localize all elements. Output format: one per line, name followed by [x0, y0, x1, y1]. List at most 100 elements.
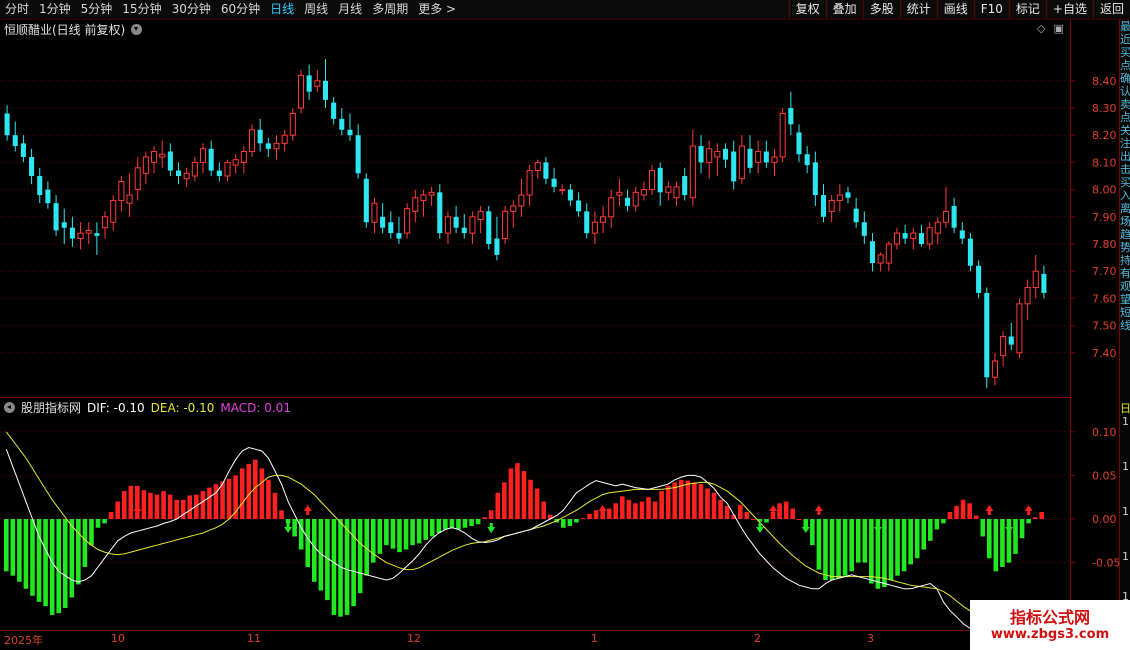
price-tick-label: 8.30: [1092, 102, 1117, 115]
macd-bar: [633, 503, 638, 519]
candle-body: [355, 135, 361, 174]
macd-bar: [993, 519, 999, 572]
candle-body: [640, 189, 647, 196]
price-tick-label: 7.50: [1092, 320, 1117, 333]
candle-body: [910, 232, 917, 240]
candle-body: [1000, 335, 1007, 357]
candle-body: [845, 192, 851, 198]
candle-body: [289, 112, 296, 136]
macd-bar: [292, 519, 297, 537]
macd-bar: [357, 519, 363, 594]
macd-bar: [370, 519, 376, 563]
candle-body: [755, 151, 762, 163]
candle-body: [836, 194, 843, 201]
macd-bar: [390, 519, 396, 549]
macd-bar: [121, 491, 127, 519]
candle-body: [469, 216, 476, 234]
candle-body: [208, 148, 214, 171]
macd-bar: [705, 488, 710, 519]
macd-bar: [790, 508, 795, 519]
candle-body: [616, 191, 623, 196]
candle-body: [126, 194, 133, 204]
macd-bar: [613, 503, 619, 519]
candle-body: [600, 216, 607, 223]
side-strip-char: 线: [1120, 319, 1130, 332]
candle-body: [4, 113, 10, 136]
macd-bar: [89, 519, 94, 546]
candle-body: [265, 143, 271, 149]
candle-body: [53, 203, 59, 231]
sell-arrow-icon: [801, 523, 810, 533]
candle-body: [314, 80, 321, 87]
macd-bar: [639, 501, 645, 519]
macd-bar: [76, 519, 81, 585]
macd-bar: [3, 519, 9, 572]
candle-body: [486, 211, 492, 244]
macd-bar: [593, 510, 599, 519]
macd-tick-label: 0.05: [1092, 469, 1117, 482]
macd-bar: [921, 519, 927, 550]
chevron-left-icon[interactable]: [4, 402, 15, 413]
side-strip-marker: 日: [1120, 402, 1130, 415]
diamond-icon[interactable]: ◇: [1037, 22, 1045, 35]
chevron-down-icon[interactable]: [131, 24, 143, 35]
candle-body: [967, 238, 973, 266]
macd-bar: [482, 517, 487, 519]
macd-bar: [49, 519, 55, 615]
macd-bar: [567, 519, 573, 526]
candle-body: [559, 189, 566, 192]
indicator-name[interactable]: 股朋指标网: [21, 399, 81, 416]
macd-bar: [698, 484, 704, 519]
sell-arrow-icon: [1004, 523, 1013, 533]
macd-bar: [587, 513, 592, 519]
candle-body: [444, 216, 451, 234]
macd-bar: [43, 519, 48, 607]
candle-body: [657, 167, 663, 193]
macd-bar: [659, 491, 664, 519]
buy-arrow-icon: [985, 505, 994, 515]
candle-body: [771, 156, 778, 163]
side-strip-char: 势: [1120, 241, 1130, 254]
window-icon[interactable]: ▣: [1053, 22, 1063, 35]
candle-body: [608, 197, 615, 218]
macd-bar: [783, 501, 789, 519]
macd-bar: [967, 503, 972, 519]
side-strip-char: 买: [1120, 46, 1130, 59]
macd-bar: [167, 494, 173, 519]
macd-bar: [685, 480, 691, 519]
candle-body: [534, 161, 541, 172]
macd-bar: [941, 519, 946, 524]
macd-readout: MACD: 0.01: [220, 400, 291, 415]
candle-body: [257, 129, 263, 144]
time-label: 3: [867, 632, 874, 645]
chart-canvas[interactable]: 8.40 8.30 8.20 8.10 8.00 7.90 7.80 7.70 7.60 7.50…: [0, 0, 1130, 650]
candle-body: [94, 233, 100, 236]
candle-body: [673, 186, 680, 199]
macd-bar: [960, 499, 966, 519]
macd-bar: [128, 485, 134, 519]
macd-bar: [200, 491, 206, 519]
candle-body: [918, 233, 924, 244]
candle-body: [175, 170, 182, 176]
macd-bar: [1019, 519, 1025, 539]
macd-bar: [620, 496, 625, 519]
candle-body: [632, 191, 639, 207]
side-strip-char: 买: [1120, 176, 1130, 189]
macd-bar: [895, 519, 900, 576]
sell-arrow-icon: [487, 523, 496, 533]
time-label: 12: [407, 632, 421, 645]
candle-body: [722, 148, 729, 160]
candle-body: [322, 80, 329, 100]
macd-bar: [213, 484, 219, 519]
candle-body: [902, 233, 908, 239]
candle-body: [788, 108, 794, 125]
candle-body: [942, 210, 949, 223]
dea-readout: DEA: -0.10: [150, 400, 215, 415]
candle-body: [934, 221, 941, 234]
candle-body: [861, 222, 867, 236]
macd-bar: [62, 519, 68, 608]
time-label: 10: [111, 632, 125, 645]
candle-body: [420, 194, 427, 201]
side-strip-value: 1: [1122, 415, 1129, 428]
macd-bar: [384, 519, 389, 546]
